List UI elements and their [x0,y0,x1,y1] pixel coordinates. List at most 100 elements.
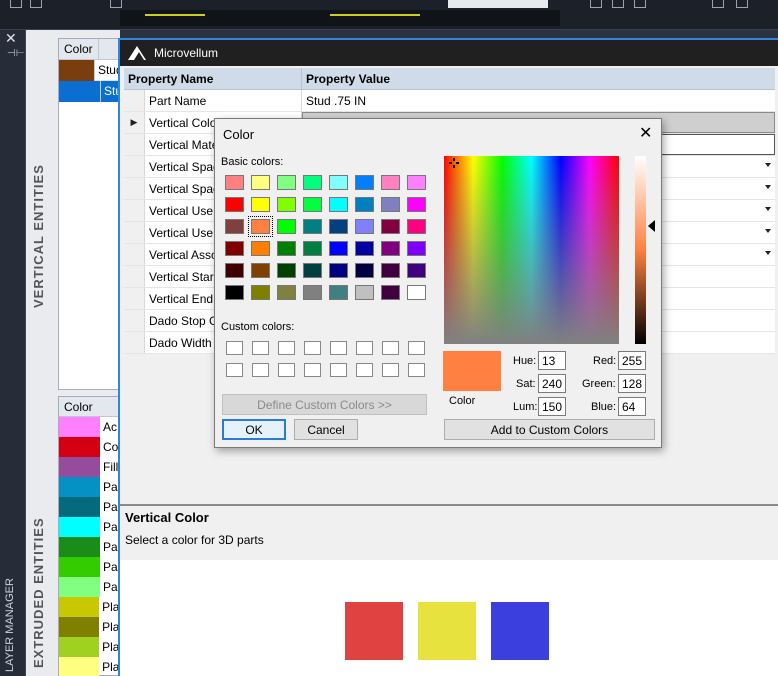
dropdown-arrow-icon[interactable] [765,163,771,167]
table-row[interactable]: Stud [59,80,119,102]
basic-color-swatch[interactable] [381,175,400,190]
basic-color-swatch[interactable] [303,175,322,190]
basic-color-swatch[interactable] [381,263,400,278]
basic-color-swatch[interactable] [355,263,374,278]
basic-color-swatch[interactable] [355,241,374,256]
cancel-button[interactable]: Cancel [294,419,358,440]
custom-color-swatch[interactable] [382,363,399,377]
luminosity-slider[interactable] [635,156,646,344]
table-row[interactable]: Pa [59,497,119,517]
custom-color-swatch[interactable] [382,341,399,355]
ok-button[interactable]: OK [222,419,286,440]
basic-color-swatch[interactable] [277,285,296,300]
basic-color-swatch[interactable] [407,241,426,256]
table-row[interactable]: Co [59,437,119,457]
lum-input[interactable]: 150 [538,397,566,416]
custom-color-swatch[interactable] [356,363,373,377]
basic-color-swatch[interactable] [251,285,270,300]
basic-color-swatch[interactable] [329,241,348,256]
custom-color-swatch[interactable] [330,363,347,377]
basic-color-swatch[interactable] [303,197,322,212]
toolbar-tool-icon[interactable] [612,0,624,8]
basic-color-swatch[interactable] [277,263,296,278]
toolbar-tool-icon[interactable] [10,0,22,8]
basic-color-swatch[interactable] [329,219,348,234]
sat-input[interactable]: 240 [538,374,566,393]
property-row[interactable]: Part Name Stud .75 IN [124,90,775,112]
basic-color-swatch[interactable] [251,197,270,212]
toolbar-tool-icon[interactable] [590,0,602,8]
basic-color-swatch[interactable] [381,197,400,212]
custom-color-swatch[interactable] [278,363,295,377]
dropdown-arrow-icon[interactable] [765,185,771,189]
custom-color-swatch[interactable] [278,341,295,355]
basic-color-swatch[interactable] [303,219,322,234]
basic-color-swatch[interactable] [277,219,296,234]
toolbar-tool-icon[interactable] [634,0,646,8]
basic-color-swatch[interactable] [277,197,296,212]
basic-color-swatch[interactable] [381,219,400,234]
basic-color-swatch[interactable] [277,241,296,256]
dropdown-arrow-icon[interactable] [765,229,771,233]
basic-color-swatch[interactable] [303,285,322,300]
basic-color-swatch[interactable] [329,263,348,278]
basic-color-swatch[interactable] [329,197,348,212]
custom-color-swatch[interactable] [408,341,425,355]
dropdown-arrow-icon[interactable] [765,207,771,211]
basic-color-swatch[interactable] [329,175,348,190]
custom-color-swatch[interactable] [304,341,321,355]
basic-color-swatch[interactable] [329,285,348,300]
basic-color-swatch[interactable] [355,219,374,234]
table-row[interactable]: Fill [59,457,119,477]
basic-color-swatch[interactable] [303,241,322,256]
basic-color-swatch[interactable] [251,175,270,190]
basic-color-swatch[interactable] [251,263,270,278]
color-column-header[interactable]: Color [59,39,99,59]
luminosity-arrow-icon[interactable] [648,220,655,232]
toolbar-tool-icon[interactable] [30,0,42,8]
close-icon[interactable]: ✕ [5,30,17,47]
table-row[interactable]: Pla [59,597,119,617]
table-row[interactable]: Ac [59,417,119,437]
basic-color-swatch[interactable] [407,285,426,300]
basic-color-swatch[interactable] [225,175,244,190]
toolbar-tool-icon[interactable] [736,0,748,8]
basic-color-swatch[interactable] [407,263,426,278]
hue-input[interactable]: 13 [538,351,566,370]
custom-color-swatch[interactable] [304,363,321,377]
table-row[interactable]: Pa [59,477,119,497]
basic-color-swatch[interactable] [251,241,270,256]
table-row[interactable]: Pla [59,657,119,676]
basic-color-swatch[interactable] [381,285,400,300]
ribbon-tab[interactable] [448,0,548,8]
toolbar-tool-icon[interactable] [712,0,724,8]
green-input[interactable]: 128 [618,374,646,393]
basic-color-swatch[interactable] [355,175,374,190]
basic-color-swatch[interactable] [225,241,244,256]
table-row[interactable]: Stud [59,59,119,81]
preview-swatch[interactable] [491,602,549,660]
table-row[interactable]: Pla [59,637,119,657]
blue-input[interactable]: 64 [618,397,646,416]
basic-color-swatch[interactable] [225,285,244,300]
color-column-header[interactable]: Color [59,397,119,417]
spectrum-crosshair-icon[interactable] [449,158,459,168]
red-input[interactable]: 255 [618,351,646,370]
custom-color-swatch[interactable] [226,341,243,355]
dropdown-arrow-icon[interactable] [765,251,771,255]
basic-color-swatch[interactable] [225,263,244,278]
basic-color-swatch[interactable] [407,219,426,234]
custom-color-swatch[interactable] [226,363,243,377]
define-custom-colors-button[interactable]: Define Custom Colors >> [222,394,427,415]
basic-color-swatch[interactable] [248,216,273,237]
add-to-custom-colors-button[interactable]: Add to Custom Colors [444,419,655,440]
close-icon[interactable]: ✕ [639,123,652,143]
basic-color-swatch[interactable] [407,175,426,190]
basic-color-swatch[interactable] [381,241,400,256]
basic-color-swatch[interactable] [355,285,374,300]
table-row[interactable]: Pa [59,557,119,577]
custom-color-swatch[interactable] [356,341,373,355]
custom-color-swatch[interactable] [252,341,269,355]
preview-swatch[interactable] [345,602,403,660]
table-row[interactable]: Pa [59,517,119,537]
